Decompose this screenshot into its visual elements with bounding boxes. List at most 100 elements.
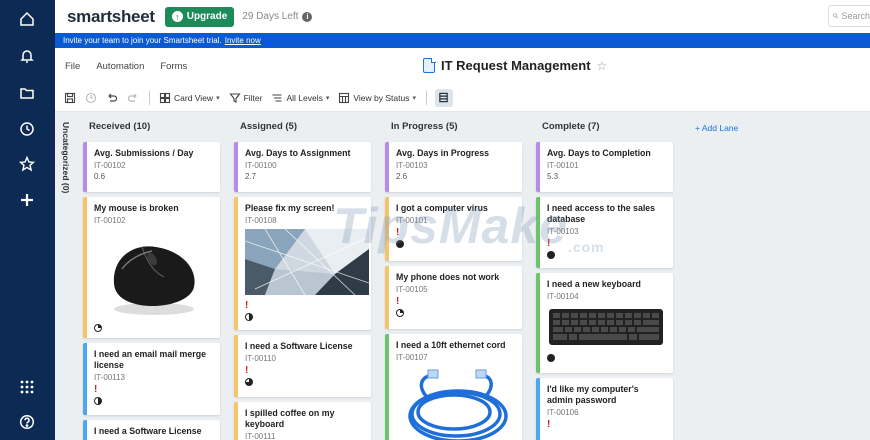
chevron-down-icon: ▾: [412, 94, 416, 102]
card[interactable]: My phone does not work IT-00105 !: [385, 266, 522, 329]
filter-button[interactable]: Filter: [228, 92, 262, 104]
lane-received: Received (10) Avg. Submissions / Day IT-…: [79, 112, 227, 440]
lane-title: In Progress (5): [391, 121, 458, 132]
card-id: IT-00102: [94, 161, 126, 170]
toolbar: Card View ▾ Filter All Levels ▾ View by …: [55, 84, 870, 112]
lane-title: Received (10): [89, 121, 151, 132]
card[interactable]: I need a Software License IT-00110 !: [234, 335, 371, 397]
redo-icon[interactable]: [127, 92, 139, 104]
card[interactable]: I need a 10ft ethernet cord IT-00107: [385, 334, 522, 440]
card[interactable]: I got a computer virus IT-00101 !: [385, 197, 522, 261]
star-icon[interactable]: [16, 153, 38, 175]
uncategorized-label: Uncategorized (0): [61, 122, 71, 194]
undo-icon[interactable]: [106, 92, 118, 104]
filter-icon: [228, 92, 241, 103]
card[interactable]: My mouse is broken IT-00102: [83, 197, 220, 338]
card-id: IT-00110: [245, 354, 276, 363]
upgrade-button[interactable]: ↑ Upgrade: [164, 6, 235, 27]
sheet-title[interactable]: IT Request Management: [441, 58, 591, 73]
card-id: IT-00108: [245, 216, 277, 225]
card-title: I spilled coffee on my keyboard: [245, 408, 335, 429]
levels-icon: [272, 93, 282, 102]
priority-high-icon: !: [396, 227, 400, 238]
priority-high-icon: !: [396, 296, 400, 307]
folder-icon[interactable]: [16, 82, 38, 104]
info-icon[interactable]: i: [302, 11, 313, 22]
card-title: My mouse is broken: [94, 203, 179, 213]
save-icon[interactable]: [64, 92, 76, 104]
view-by-dropdown[interactable]: View by Status ▾: [338, 92, 416, 104]
card-title: I need a new keyboard: [547, 279, 641, 289]
home-icon[interactable]: [16, 8, 38, 30]
card[interactable]: Avg. Days in Progress IT-00103 2.6: [385, 142, 522, 192]
lane-title: Assigned (5): [240, 121, 298, 132]
card-title: I need a 10ft ethernet cord: [396, 340, 506, 350]
plus-icon[interactable]: [16, 189, 38, 211]
menu-automation[interactable]: Automation: [96, 61, 144, 72]
add-lane-button[interactable]: + Add Lane: [695, 123, 738, 133]
smartsheet-logo[interactable]: smartsheet: [67, 7, 155, 27]
card-title: I need access to the sales database: [547, 203, 656, 224]
levels-dropdown[interactable]: All Levels ▾: [271, 92, 329, 104]
levels-label: All Levels: [286, 92, 323, 103]
ethernet-cable-image: [396, 366, 515, 440]
print-icon[interactable]: [85, 92, 97, 104]
card-id: IT-00102: [94, 216, 126, 225]
card[interactable]: Please fix my screen! IT-00108 !: [234, 197, 371, 330]
card-title: I need a Software License: [245, 341, 353, 351]
sheet-title-group: IT Request Management ☆: [423, 57, 608, 73]
top-bar: smartsheet ↑ Upgrade 29 Days Left i Sear…: [55, 0, 870, 33]
lane-assigned: Assigned (5) Avg. Days to Assignment IT-…: [230, 112, 378, 440]
menu-file[interactable]: File: [65, 61, 80, 72]
arrow-up-icon: ↑: [171, 11, 183, 22]
card[interactable]: I need access to the sales database IT-0…: [536, 197, 673, 268]
card-view-label: Card View: [174, 92, 214, 103]
card-title: Please fix my screen!: [245, 203, 335, 213]
card-layout-toggle-icon[interactable]: [434, 88, 453, 107]
card-id: IT-00103: [396, 161, 428, 170]
card[interactable]: I need a new keyboard IT-00104: [536, 273, 673, 373]
card-view-dropdown[interactable]: Card View ▾: [159, 92, 220, 104]
card[interactable]: I spilled coffee on my keyboard IT-00111: [234, 402, 371, 440]
view-by-label: View by Status: [353, 92, 410, 103]
card[interactable]: I need an email mail merge license IT-00…: [83, 343, 220, 415]
help-icon[interactable]: [16, 411, 38, 433]
card-id: IT-00111: [245, 432, 276, 440]
menu-forms[interactable]: Forms: [160, 61, 187, 72]
invite-now-link[interactable]: Invite now: [225, 36, 261, 45]
card-id: IT-00101: [547, 161, 579, 170]
status-indicator-icon: [396, 240, 404, 248]
card[interactable]: I'd like my computer's admin password IT…: [536, 378, 673, 440]
keyboard-image: [547, 305, 666, 352]
clock-icon[interactable]: [16, 118, 38, 140]
card[interactable]: Avg. Days to Completion IT-00101 5.3: [536, 142, 673, 192]
card[interactable]: Avg. Submissions / Day IT-00102 0.6: [83, 142, 220, 192]
menu-bar: File Automation Forms IT Request Managem…: [55, 48, 870, 84]
uncategorized-lane[interactable]: Uncategorized (0): [55, 112, 77, 440]
status-indicator-icon: [396, 309, 404, 317]
search-icon: [833, 13, 839, 19]
priority-high-icon: !: [245, 365, 249, 376]
card-title: I need a Software License: [94, 426, 202, 436]
bell-icon[interactable]: [16, 45, 38, 67]
status-indicator-icon: [94, 324, 102, 332]
card[interactable]: I need a Software License: [83, 420, 220, 440]
card[interactable]: Avg. Days to Assignment IT-00100 2.7: [234, 142, 371, 192]
card-value: 2.6: [396, 172, 408, 181]
card-value: 0.6: [94, 172, 106, 181]
search-placeholder: Search: [841, 11, 870, 21]
sheet-icon: [423, 57, 436, 73]
lane-title: Complete (7): [542, 121, 600, 132]
apps-grid-icon[interactable]: [16, 376, 38, 398]
card-id: IT-00104: [547, 292, 579, 301]
search-input[interactable]: Search: [828, 5, 870, 27]
status-indicator-icon: [94, 397, 102, 405]
view-by-icon: [339, 92, 350, 103]
chevron-down-icon: ▾: [216, 94, 220, 102]
favorite-star-icon[interactable]: ☆: [597, 59, 608, 73]
card-id: IT-00113: [94, 373, 125, 382]
status-indicator-icon: [245, 378, 253, 386]
priority-high-icon: !: [547, 238, 551, 249]
priority-high-icon: !: [245, 300, 249, 311]
card-value: 5.3: [547, 172, 559, 181]
